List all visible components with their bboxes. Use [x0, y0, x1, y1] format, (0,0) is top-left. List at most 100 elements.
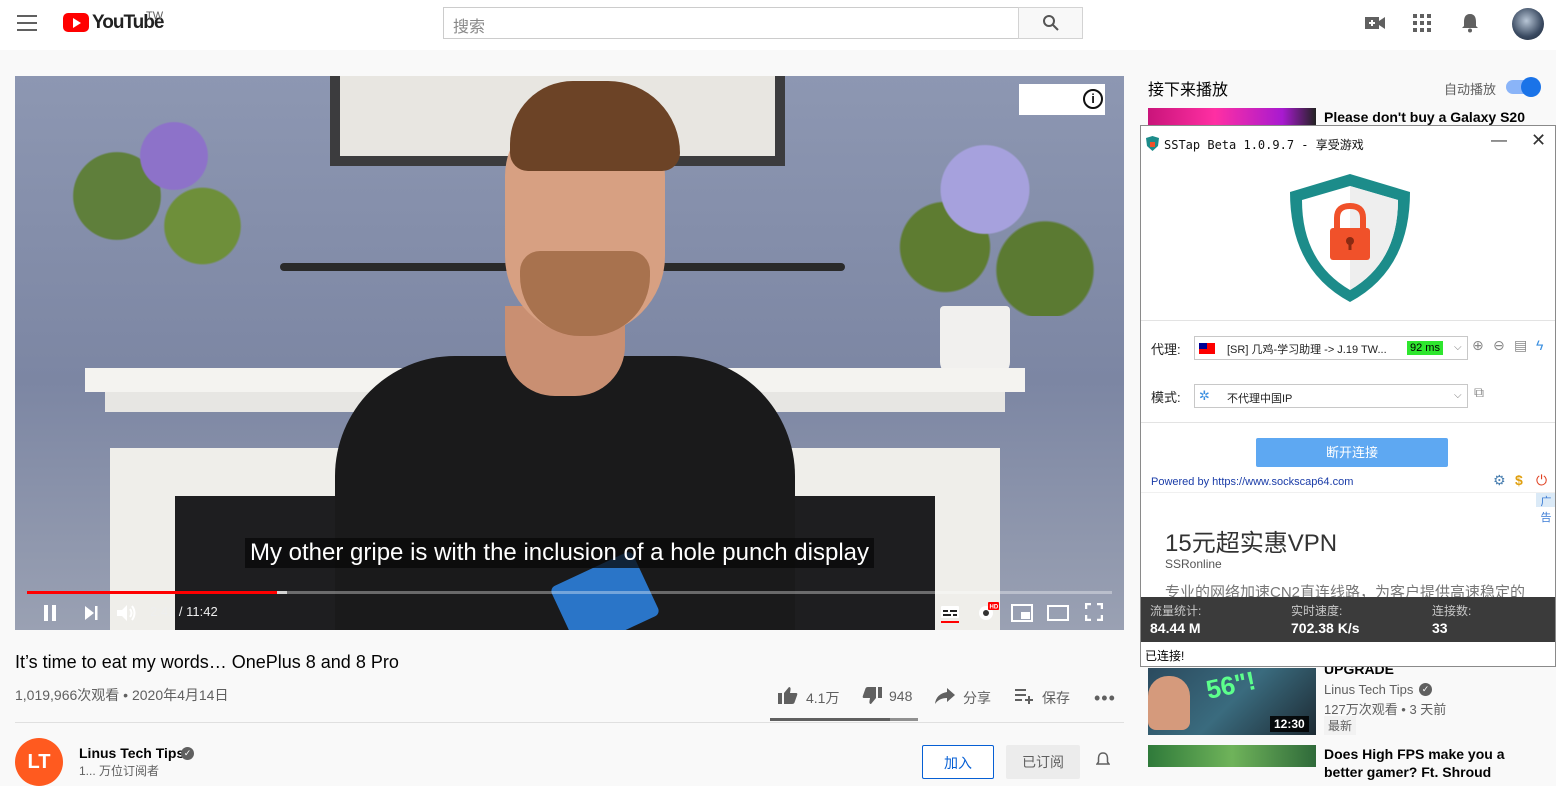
chevron-down-icon[interactable]: ⌵ — [1454, 390, 1462, 401]
window-title: SSTap Beta 1.0.9.7 - 享受游戏 — [1164, 138, 1364, 152]
video-player[interactable]: i My other gripe is with the inclusion o… — [15, 76, 1124, 630]
close-icon[interactable]: ✕ — [1531, 130, 1546, 151]
ad-badge: 广告 — [1536, 493, 1555, 524]
next-icon[interactable] — [83, 605, 99, 621]
mode-star-icon: ✲ — [1199, 388, 1210, 403]
autoplay-toggle-knob[interactable] — [1521, 77, 1541, 97]
dislike-count[interactable]: 948 — [889, 688, 912, 704]
rec-thumbnail[interactable]: 56"! 12:30 — [1148, 668, 1316, 735]
more-actions-icon[interactable]: ••• — [1094, 688, 1116, 709]
verified-check-icon: ✓ — [1419, 683, 1432, 696]
info-icon[interactable]: i — [1083, 89, 1103, 109]
apps-grid-icon[interactable] — [1413, 14, 1431, 32]
view-count-date: 1,019,966次观看 • 2020年4月14日 — [15, 687, 229, 703]
sstap-window[interactable]: SSTap Beta 1.0.9.7 - 享受游戏 — ✕ 代理: [SR] 几… — [1140, 125, 1556, 667]
notification-bell-icon[interactable] — [1096, 752, 1110, 768]
minimize-icon[interactable]: — — [1491, 132, 1507, 150]
progress-bar-played — [27, 591, 277, 594]
divider — [15, 722, 1124, 723]
settings-hd-icon[interactable]: HD — [976, 601, 1000, 623]
channel-avatar[interactable]: LT — [15, 738, 63, 786]
rec-title[interactable]: Please don't buy a Galaxy S20 — [1324, 108, 1525, 126]
save-playlist-icon[interactable] — [1015, 688, 1033, 704]
new-badge: 最新 — [1324, 716, 1357, 735]
volume-icon[interactable] — [116, 603, 138, 623]
join-button[interactable]: 加入 — [922, 745, 994, 779]
connection-status: 已连接! — [1145, 649, 1185, 663]
speed-value: 702.38 K/s — [1291, 620, 1360, 636]
rules-icon[interactable]: ⧉ — [1474, 384, 1484, 401]
dollar-icon[interactable]: $ — [1515, 472, 1523, 488]
search-button[interactable] — [1018, 7, 1083, 39]
time-display: 2:41 / 11:42 — [150, 604, 218, 619]
connections-label: 连接数: — [1432, 604, 1472, 618]
video-duration: 12:30 — [1270, 716, 1309, 732]
up-next-heading: 接下来播放 — [1148, 82, 1229, 99]
ad-headline[interactable]: 15元超实惠VPN — [1165, 523, 1337, 558]
ad-description: 专业的网络加速CN2直连线路，为客户提供高速稳定的 — [1165, 584, 1526, 597]
search-input[interactable] — [443, 7, 1019, 39]
svg-text:HD: HD — [990, 605, 999, 611]
stats-bar: 流量统计: 84.44 M 实时速度: 702.38 K/s 连接数: 33 — [1141, 597, 1555, 642]
lightning-icon[interactable]: ϟ — [1536, 337, 1543, 353]
powered-prefix: Powered by — [1151, 476, 1213, 488]
play-pause-icon[interactable] — [42, 604, 58, 622]
rec-title-line2[interactable]: better gamer? Ft. Shroud — [1324, 763, 1491, 781]
rec-thumbnail[interactable] — [1148, 745, 1316, 767]
connections-value: 33 — [1432, 620, 1448, 636]
search-icon — [1043, 15, 1059, 31]
remove-icon[interactable]: ⊖ — [1493, 337, 1505, 354]
chevron-down-icon[interactable]: ⌵ — [1454, 342, 1462, 353]
save-label[interactable]: 保存 — [1042, 688, 1070, 708]
user-avatar[interactable] — [1512, 8, 1544, 40]
create-video-icon[interactable] — [1364, 14, 1386, 32]
dislike-icon[interactable] — [862, 687, 882, 705]
fullscreen-icon[interactable] — [1085, 603, 1103, 621]
divider — [1141, 320, 1555, 321]
like-ratio-fill — [770, 718, 890, 721]
share-icon[interactable] — [935, 688, 955, 704]
scene-flowers-right — [895, 86, 1095, 316]
sstap-app-icon — [1146, 136, 1159, 151]
channel-name[interactable]: Linus Tech Tips — [79, 745, 184, 761]
add-icon[interactable]: ⊕ — [1472, 337, 1484, 354]
autoplay-label: 自动播放 — [1444, 82, 1497, 97]
ad-source: SSRonline — [1165, 557, 1222, 571]
taiwan-flag-icon — [1199, 343, 1215, 354]
settings-gear-icon[interactable]: ⚙ — [1493, 472, 1506, 489]
advertisement[interactable]: 广告 15元超实惠VPN SSRonline 专业的网络加速CN2直连线路，为客… — [1141, 492, 1555, 597]
like-count[interactable]: 4.1万 — [806, 688, 839, 708]
theater-icon[interactable] — [1047, 605, 1069, 621]
proxy-value: [SR] 几鸡-学习助理 -> J.19 TW... — [1227, 344, 1387, 356]
scene-flowers-left — [60, 76, 250, 276]
progress-bar-buffered — [277, 591, 287, 594]
notifications-bell-icon[interactable] — [1461, 13, 1479, 33]
thumb-text: 56"! — [1203, 668, 1259, 705]
subscribed-button[interactable]: 已订阅 — [1006, 745, 1080, 779]
ping-badge: 92 ms — [1407, 341, 1443, 355]
powered-url[interactable]: https://www.sockscap64.com — [1212, 476, 1353, 488]
like-icon[interactable] — [778, 686, 798, 704]
subtitles-icon[interactable] — [940, 603, 960, 623]
rec-title[interactable]: Does High FPS make you a — [1324, 745, 1505, 763]
edit-list-icon[interactable]: ▤ — [1514, 337, 1527, 354]
top-header: YouTube TW 搜索 — [0, 0, 1556, 50]
power-icon[interactable]: ⏻ — [1536, 472, 1547, 489]
share-label[interactable]: 分享 — [963, 688, 991, 708]
traffic-label: 流量统计: — [1150, 604, 1202, 618]
divider — [1141, 422, 1555, 423]
subscriber-count: 1... 万位订阅者 — [79, 764, 160, 778]
scene-vase — [940, 306, 1010, 376]
disconnect-button[interactable]: 断开连接 — [1256, 438, 1448, 467]
youtube-logo-icon[interactable] — [63, 13, 89, 32]
subtitle-caption: My other gripe is with the inclusion of … — [245, 538, 875, 568]
country-code: TW — [146, 10, 164, 22]
powered-by[interactable]: Powered by https://www.sockscap64.com — [1151, 476, 1353, 488]
rec-channel[interactable]: Linus Tech Tips — [1324, 682, 1413, 697]
proxy-label: 代理: — [1151, 342, 1181, 357]
verified-check-icon: ✓ — [181, 747, 194, 760]
speed-label: 实时速度: — [1291, 604, 1343, 618]
rec-thumbnail[interactable] — [1148, 108, 1316, 125]
miniplayer-icon[interactable] — [1011, 604, 1033, 622]
menu-icon[interactable] — [17, 15, 37, 31]
